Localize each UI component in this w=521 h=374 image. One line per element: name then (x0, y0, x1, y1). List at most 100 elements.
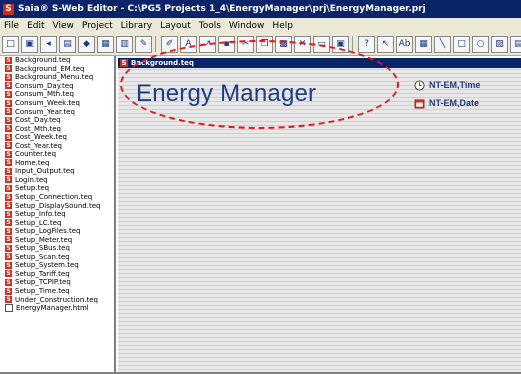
file-name-label: Setup_Info.teq (15, 210, 66, 219)
file-name-label: Setup_Tariff.teq (15, 269, 70, 278)
file-name-label: Setup_Scan.teq (15, 252, 70, 261)
file-name-label: Consum_Mth.teq (15, 90, 74, 99)
teq-file-icon: S (5, 219, 12, 227)
menu-file[interactable]: File (0, 21, 23, 31)
save-icon[interactable]: ▦ (97, 35, 114, 53)
file-list-item[interactable]: S Consum_Mth.teq (0, 90, 114, 99)
file-list-item[interactable]: S Cost_Week.teq (0, 133, 114, 142)
teq-file-icon: S (5, 82, 12, 90)
html-file-icon (5, 304, 13, 313)
file-list-item[interactable]: S Setup_LogFiles.teq (0, 227, 114, 236)
file-name-label: Setup_LogFiles.teq (15, 227, 81, 236)
teq-file-icon: S (5, 167, 12, 175)
nt-em-time-label[interactable]: NT-EM,Time (429, 80, 480, 90)
file-list-item[interactable]: S Consum_Day.teq (0, 82, 114, 91)
file-list-item[interactable]: S Consum_Year.teq (0, 107, 114, 116)
file-list-item[interactable]: S Setup_Info.teq (0, 210, 114, 219)
menu-layout[interactable]: Layout (156, 21, 195, 31)
pointer-icon[interactable]: ↖ (377, 35, 394, 53)
file-name-label: Cost_Day.teq (15, 116, 61, 125)
image-icon[interactable]: ▨ (491, 35, 508, 53)
file-list-item[interactable]: S Under_Construction.teq (0, 295, 114, 304)
teq-file-icon: S (5, 227, 12, 235)
teq-file-icon: S (5, 253, 12, 261)
file-list-item[interactable]: S Setup_LC.teq (0, 218, 114, 227)
file-list-item[interactable]: S Setup_TCPIP.teq (0, 278, 114, 287)
teq-file-icon: S (5, 202, 12, 210)
file-list-item[interactable]: EnergyManager.html (0, 304, 114, 313)
window-title: Saia® S-Web Editor - C:\PG5 Projects 1_4… (18, 4, 426, 14)
teq-file-icon: S (5, 210, 12, 218)
file-list-item[interactable]: S Setup_System.teq (0, 261, 114, 270)
circle-icon[interactable]: ○ (472, 35, 489, 53)
file-list-item[interactable]: S Input_Output.teq (0, 167, 114, 176)
file-list-item[interactable]: S Setup_Connection.teq (0, 193, 114, 202)
file-list-item[interactable]: S Consum_Week.teq (0, 99, 114, 108)
rect-icon[interactable]: □ (453, 35, 470, 53)
file-list-item[interactable]: S Login.teq (0, 176, 114, 185)
teq-file-icon: S (5, 270, 12, 278)
menu-edit[interactable]: Edit (23, 21, 48, 31)
project-file-list[interactable]: S Background.teq S Background_EM.teq S Backgr… (0, 56, 116, 374)
gauge-icon[interactable]: ▤ (510, 35, 521, 53)
open-icon[interactable]: ▣ (21, 35, 38, 53)
nt-em-date-label[interactable]: NT-EM,Date (429, 98, 479, 108)
pfd-icon[interactable]: ▤ (59, 35, 76, 53)
teq-file-icon: S (5, 150, 12, 158)
file-list-item[interactable]: S Background_EM.teq (0, 65, 114, 74)
menu-window[interactable]: Window (225, 21, 269, 31)
file-list-item[interactable]: S Cost_Mth.teq (0, 124, 114, 133)
teq-file-icon: S (5, 244, 12, 252)
teq-file-icon: S (5, 73, 12, 81)
teq-file-icon: S (5, 99, 12, 107)
file-list-item[interactable]: S Cost_Year.teq (0, 141, 114, 150)
file-list-item[interactable]: S Background_Menu.teq (0, 73, 114, 82)
file-name-label: Setup_SBus.teq (15, 244, 70, 253)
pen-icon[interactable]: ✎ (135, 35, 152, 53)
menu-help[interactable]: Help (268, 21, 297, 31)
prev-icon[interactable]: ◂ (40, 35, 57, 53)
file-list-item[interactable]: S Setup_SBus.teq (0, 244, 114, 253)
teq-file-icon: S (5, 116, 12, 124)
menu-tools[interactable]: Tools (195, 21, 225, 31)
teq-file-icon: S (5, 90, 12, 98)
highlight-annotation-ellipse (120, 40, 399, 129)
teq-file-icon: S (5, 108, 12, 116)
file-name-label: Setup_System.teq (15, 261, 79, 270)
line-icon[interactable]: ╲ (434, 35, 451, 53)
title-bar: S Saia® S-Web Editor - C:\PG5 Projects 1… (0, 0, 521, 18)
text-icon[interactable]: Ab (396, 35, 413, 53)
file-list-item[interactable]: S Setup_Tariff.teq (0, 270, 114, 279)
file-name-label: Setup_TCPIP.teq (15, 278, 71, 287)
teq-file-icon: S (5, 261, 12, 269)
grid-icon[interactable]: ▥ (116, 35, 133, 53)
menu-view[interactable]: View (49, 21, 78, 31)
file-list-item[interactable]: S Home.teq (0, 159, 114, 168)
file-list-item[interactable]: S Setup_Time.teq (0, 287, 114, 296)
teq-file-icon: S (5, 125, 12, 133)
menu-library[interactable]: Library (117, 21, 156, 31)
saia-doc-icon: S (120, 59, 128, 67)
file-list-item[interactable]: S Background.teq (0, 56, 114, 65)
teq-file-icon: S (5, 65, 12, 73)
file-list-item[interactable]: S Setup_DisplaySound.teq (0, 201, 114, 210)
file-list-item[interactable]: S Counter.teq (0, 150, 114, 159)
file-list-item[interactable]: S Setup_Meter.teq (0, 235, 114, 244)
help-icon[interactable]: ? (358, 35, 375, 53)
file-list-item[interactable]: S Cost_Day.teq (0, 116, 114, 125)
new-icon[interactable]: □ (2, 35, 19, 53)
file-name-label: Cost_Mth.teq (15, 124, 62, 133)
calendar-icon (414, 99, 425, 109)
table-icon[interactable]: ▦ (415, 35, 432, 53)
file-name-label: Consum_Day.teq (15, 81, 74, 90)
teq-file-icon: S (5, 287, 12, 295)
teq-file-icon: S (5, 193, 12, 201)
file-list-item[interactable]: S Setup.teq (0, 184, 114, 193)
bitmap-icon[interactable]: ◆ (78, 35, 95, 53)
file-name-label: Under_Construction.teq (15, 295, 98, 304)
menu-project[interactable]: Project (78, 21, 117, 31)
file-list-item[interactable]: S Setup_Scan.teq (0, 253, 114, 262)
file-name-label: Home.teq (15, 158, 50, 167)
toolbar-separator (352, 36, 353, 52)
file-name-label: Background_Menu.teq (15, 73, 94, 82)
